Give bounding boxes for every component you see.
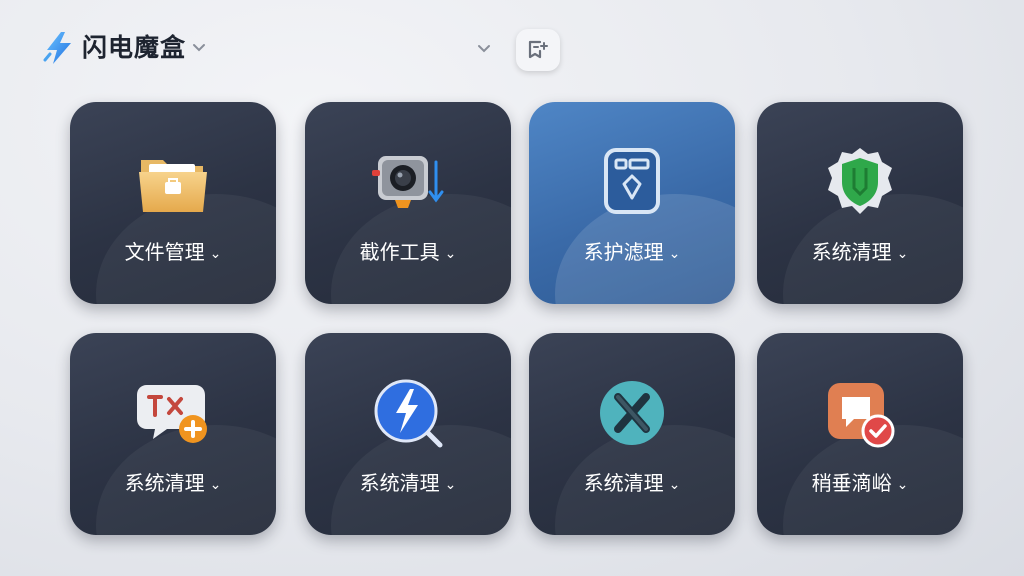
tile-label: 系护滤理 ⌄: [583, 240, 681, 264]
tile-label: 稍垂滴峪 ⌄: [811, 471, 909, 495]
search-bolt-icon: [374, 379, 443, 448]
camera-icon: [372, 156, 444, 208]
tile-system-clean[interactable]: 系统清理 ⌄: [757, 102, 963, 304]
tile-system-clean-3[interactable]: 系统清理 ⌄: [305, 333, 511, 535]
chat-check-icon: [828, 383, 895, 448]
chevron-down-icon[interactable]: [476, 40, 492, 56]
tile-label: 截作工具 ⌄: [359, 240, 457, 264]
tile-system-clean-2[interactable]: 系统清理 ⌄: [70, 333, 276, 535]
tile-label: 系统清理 ⌄: [359, 471, 457, 495]
tile-file-manager[interactable]: 文件管理 ⌄: [70, 102, 276, 304]
tile-misc-tool[interactable]: 稍垂滴峪 ⌄: [757, 333, 963, 535]
app-title: 闪电魔盒: [82, 33, 187, 62]
tile-system-protect[interactable]: 系护滤理 ⌄: [529, 102, 735, 304]
text-add-icon: [137, 385, 207, 443]
tools-icon: [600, 381, 664, 445]
device-panel-icon: [604, 148, 660, 214]
tile-label: 系统清理 ⌄: [124, 471, 222, 495]
tile-label: 系统清理 ⌄: [583, 471, 681, 495]
tile-label: 系统清理 ⌄: [811, 240, 909, 264]
tile-system-clean-4[interactable]: 系统清理 ⌄: [529, 333, 735, 535]
edit-screen-icon: [528, 40, 548, 59]
edit-screen-button[interactable]: [516, 29, 560, 71]
shield-icon: [828, 148, 892, 214]
header-bar: 闪电魔盒: [0, 0, 1024, 100]
tile-screenshot-tool[interactable]: 截作工具 ⌄: [305, 102, 511, 304]
chevron-down-icon[interactable]: [190, 38, 208, 56]
folder-icon: [139, 160, 207, 212]
tile-label: 文件管理 ⌄: [124, 240, 222, 264]
lightning-bolt-icon: [43, 32, 71, 64]
